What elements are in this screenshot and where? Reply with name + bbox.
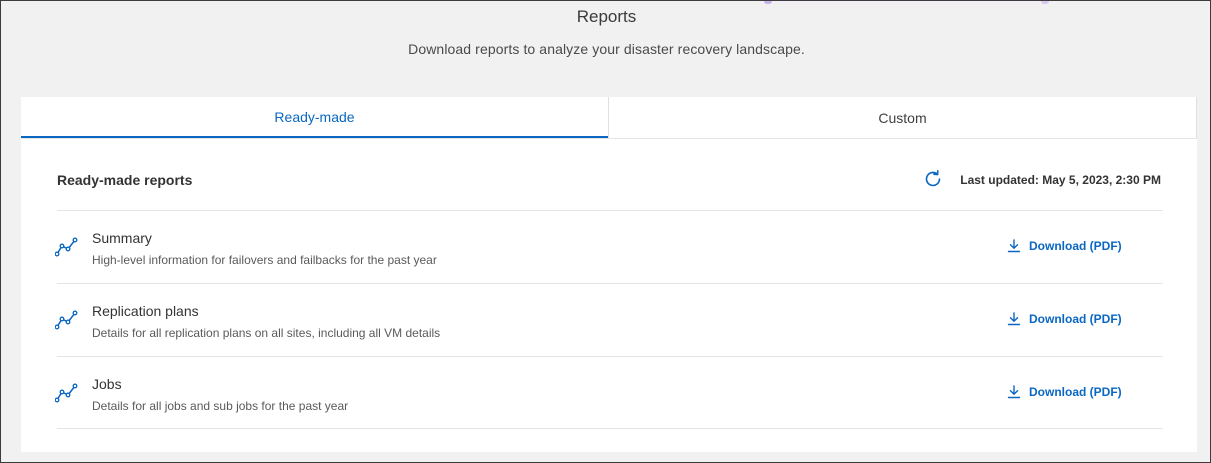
download-label: Download (PDF) (1029, 239, 1122, 253)
report-row-replication-plans: Replication plans Details for all replic… (55, 283, 1163, 356)
tab-bar: Ready-made Custom (21, 97, 1197, 139)
reports-panel: Ready-made Custom Ready-made reports Las… (21, 97, 1197, 452)
page-title: Reports (576, 7, 637, 26)
download-pdf-button[interactable]: Download (PDF) (1007, 239, 1122, 253)
line-chart-icon (55, 383, 78, 403)
report-name: Summary (92, 230, 152, 246)
line-chart-icon (55, 310, 78, 330)
download-pdf-button[interactable]: Download (PDF) (1007, 312, 1122, 326)
download-label: Download (PDF) (1029, 312, 1122, 326)
download-label: Download (PDF) (1029, 385, 1122, 399)
last-updated-text: Last updated: May 5, 2023, 2:30 PM (960, 173, 1161, 187)
app-frame: Reports Download reports to analyze your… (0, 0, 1211, 463)
page-subtitle: Download reports to analyze your disaste… (408, 41, 805, 57)
top-decoration (761, 1, 1051, 4)
report-description: Details for all jobs and sub jobs for th… (92, 399, 349, 413)
refresh-button[interactable] (921, 167, 945, 191)
line-chart-icon (55, 237, 78, 257)
report-row-summary: Summary High-level information for failo… (55, 210, 1163, 283)
report-description: High-level information for failovers and… (92, 253, 437, 267)
download-icon (1007, 239, 1021, 253)
download-icon (1007, 312, 1021, 326)
refresh-icon (925, 170, 941, 187)
report-name: Replication plans (92, 303, 199, 319)
report-row-jobs: Jobs Details for all jobs and sub jobs f… (55, 356, 1163, 429)
download-pdf-button[interactable]: Download (PDF) (1007, 385, 1122, 399)
report-name: Jobs (92, 376, 122, 392)
report-description: Details for all replication plans on all… (92, 326, 441, 340)
download-icon (1007, 385, 1021, 399)
tab-custom[interactable]: Custom (608, 97, 1197, 138)
section-title: Ready-made reports (57, 172, 193, 188)
tab-ready-made[interactable]: Ready-made (21, 97, 608, 138)
